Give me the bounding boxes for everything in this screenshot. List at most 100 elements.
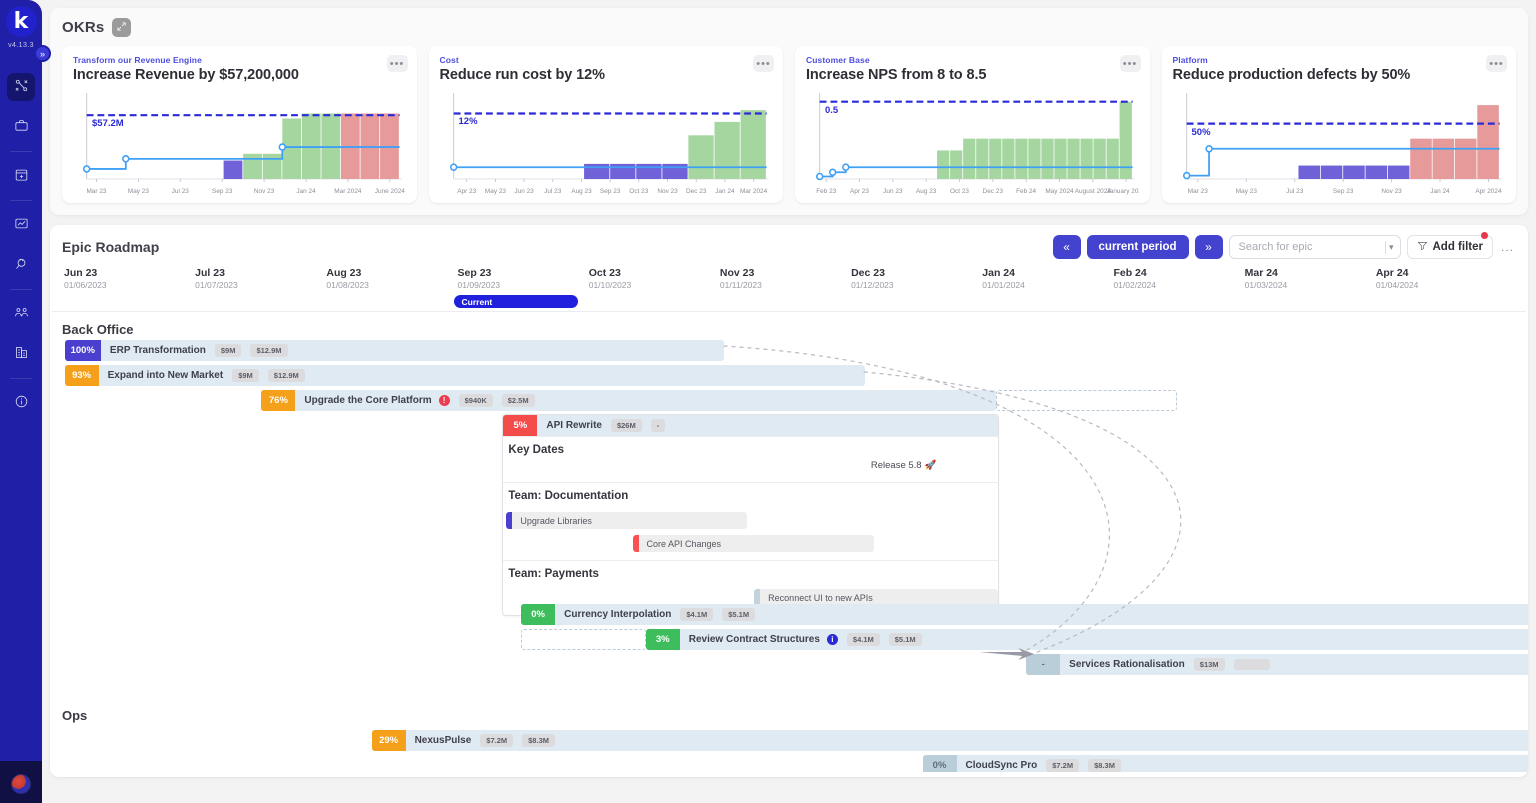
okr-card-menu-button[interactable]: ••• [387, 55, 408, 72]
okr-card[interactable]: ••• Platform Reduce production defects b… [1162, 46, 1517, 203]
roadmap-body: Back Office 100% ERP Transformation $9M$… [50, 312, 1528, 772]
sidebar-divider [10, 200, 32, 201]
user-avatar[interactable] [11, 774, 31, 794]
epic-ghost-bar [996, 390, 1177, 411]
okr-card-menu-button[interactable]: ••• [753, 55, 774, 72]
okr-card-category: Transform our Revenue Engine [73, 55, 406, 65]
svg-text:Mar 2024: Mar 2024 [740, 188, 768, 195]
sidebar-item-info[interactable] [7, 389, 35, 417]
chevron-down-icon[interactable]: ▾ [1389, 242, 1394, 253]
prev-period-button[interactable]: « [1053, 235, 1081, 259]
current-period-button[interactable]: current period [1087, 235, 1189, 259]
add-filter-label: Add filter [1433, 241, 1483, 253]
epic-label: Services Rationalisation [1069, 659, 1185, 670]
svg-text:Aug 23: Aug 23 [571, 188, 592, 195]
task-color-bar [633, 535, 639, 552]
epic-bar[interactable]: 3% Review Contract Structures i$4.1M$5.1… [646, 629, 1528, 650]
timeline-column: Oct 23 01/10/2023 [589, 267, 632, 290]
epic-label: CloudSync Pro [966, 760, 1038, 771]
timeline-date: 01/07/2023 [195, 280, 238, 290]
okr-section-title: OKRs [62, 19, 104, 36]
svg-text:Jan 24: Jan 24 [1430, 188, 1450, 195]
epic-search[interactable]: ▾ [1229, 235, 1401, 259]
epic-bar[interactable]: 29% NexusPulse $7.2M$8.3M [372, 730, 1528, 751]
group-title: Ops [50, 698, 87, 727]
timeline-column: Sep 23 01/09/2023 [458, 267, 501, 290]
epic-label: ERP Transformation [110, 345, 206, 356]
epic-bar[interactable]: 5% API Rewrite $26M- [503, 415, 998, 436]
epic-progress: - [1026, 654, 1060, 675]
team-task[interactable]: Core API Changes [633, 535, 875, 552]
sidebar-divider [10, 378, 32, 379]
okr-card-title: Increase NPS from 8 to 8.5 [806, 67, 1139, 83]
timeline-date: 01/09/2023 [458, 280, 501, 290]
epic-row: 0% CloudSync Pro $7.2M$8.3M [50, 755, 1528, 772]
epic-chip: $5.1M [722, 608, 755, 621]
epic-bar[interactable]: 0% Currency Interpolation $4.1M$5.1M [521, 604, 1528, 625]
rocket-icon: 🚀 [925, 460, 937, 471]
epic-chip: $5.1M [889, 633, 922, 646]
team-task[interactable]: Upgrade Libraries [506, 512, 747, 529]
epic-bar[interactable]: 76% Upgrade the Core Platform !$940K$2.5… [261, 390, 996, 411]
timeline-column: Jun 23 01/06/2023 [64, 267, 107, 290]
timeline-date: 01/11/2023 [720, 280, 762, 290]
svg-text:Jul 23: Jul 23 [544, 188, 562, 195]
timeline-column: Dec 23 01/12/2023 [851, 267, 894, 290]
epic-bar[interactable]: 0% CloudSync Pro $7.2M$8.3M [923, 755, 1528, 772]
calendar-icon [14, 167, 29, 185]
epic-bar[interactable]: 93% Expand into New Market $9M$12.9M [65, 365, 865, 386]
sidebar-item-calendar[interactable] [7, 162, 35, 190]
epic-bar[interactable]: 100% ERP Transformation $9M$12.9M [65, 340, 725, 361]
epic-chip: $7.2M [480, 734, 513, 747]
epic-row: 76% Upgrade the Core Platform !$940K$2.5… [50, 390, 1528, 415]
epic-bar[interactable]: - Services Rationalisation $13M [1026, 654, 1528, 675]
epic-progress: 100% [65, 340, 101, 361]
sidebar-expand-button[interactable]: » [34, 45, 51, 62]
timeline-header: Jun 23 01/06/2023Jul 23 01/07/2023Aug 23… [52, 267, 1526, 312]
main-content: OKRs ••• Transform our Revenue Engine In… [42, 0, 1536, 803]
svg-text:Mar 2024: Mar 2024 [334, 188, 362, 195]
sidebar-item-portfolio[interactable] [7, 113, 35, 141]
svg-text:Apr 23: Apr 23 [850, 188, 869, 195]
key-dates-section: Key Dates Release 5.8 🚀 [503, 437, 998, 483]
next-period-button[interactable]: » [1195, 235, 1223, 259]
expand-collapse-icon [116, 21, 127, 35]
svg-text:Jul 23: Jul 23 [1286, 188, 1304, 195]
sidebar-item-teams[interactable] [7, 300, 35, 328]
roadmap-header: Epic Roadmap « current period » ▾ Add [50, 225, 1528, 267]
timeline-date: 01/08/2023 [326, 280, 369, 290]
okr-card[interactable]: ••• Cost Reduce run cost by 12% 12% Apr … [429, 46, 784, 203]
sidebar-item-integrations[interactable] [7, 251, 35, 279]
roadmap-menu-button[interactable]: ... [1499, 240, 1516, 254]
epic-chip [1234, 659, 1270, 670]
okr-card-menu-button[interactable]: ••• [1120, 55, 1141, 72]
okr-expand-collapse-button[interactable] [112, 18, 131, 37]
epic-detail-card: 5% API Rewrite $26M- Key Dates Release 5… [502, 414, 999, 616]
alert-icon[interactable]: ! [439, 395, 450, 406]
okr-card[interactable]: ••• Transform our Revenue Engine Increas… [62, 46, 417, 203]
svg-text:Mar 23: Mar 23 [1187, 188, 1207, 195]
timeline-month: Jan 24 [982, 267, 1025, 279]
sidebar-item-analytics[interactable] [7, 211, 35, 239]
sidebar-item-strategy[interactable] [7, 73, 35, 101]
info-icon[interactable]: i [827, 634, 838, 645]
add-filter-button[interactable]: Add filter [1407, 235, 1493, 259]
app-logo[interactable]: k [6, 6, 37, 37]
svg-text:May 23: May 23 [484, 188, 505, 195]
timeline-column: Apr 24 01/04/2024 [1376, 267, 1419, 290]
current-period-marker: Current [454, 295, 579, 308]
svg-text:Dec 23: Dec 23 [686, 188, 707, 195]
okr-card-menu-button[interactable]: ••• [1486, 55, 1507, 72]
sidebar-item-organisation[interactable] [7, 340, 35, 368]
key-date-item[interactable]: Release 5.8 🚀 [871, 460, 937, 471]
epic-row: 93% Expand into New Market $9M$12.9M [50, 365, 1528, 390]
svg-text:Feb 24: Feb 24 [1016, 188, 1036, 195]
timeline-date: 01/03/2024 [1245, 280, 1288, 290]
task-color-bar [506, 512, 512, 529]
okr-target-label: 0.5 [825, 105, 838, 116]
okr-card[interactable]: ••• Customer Base Increase NPS from 8 to… [795, 46, 1150, 203]
epic-label: API Rewrite [546, 420, 602, 431]
epic-progress: 93% [65, 365, 99, 386]
search-input[interactable] [1239, 241, 1381, 253]
funnel-icon [1417, 240, 1428, 254]
